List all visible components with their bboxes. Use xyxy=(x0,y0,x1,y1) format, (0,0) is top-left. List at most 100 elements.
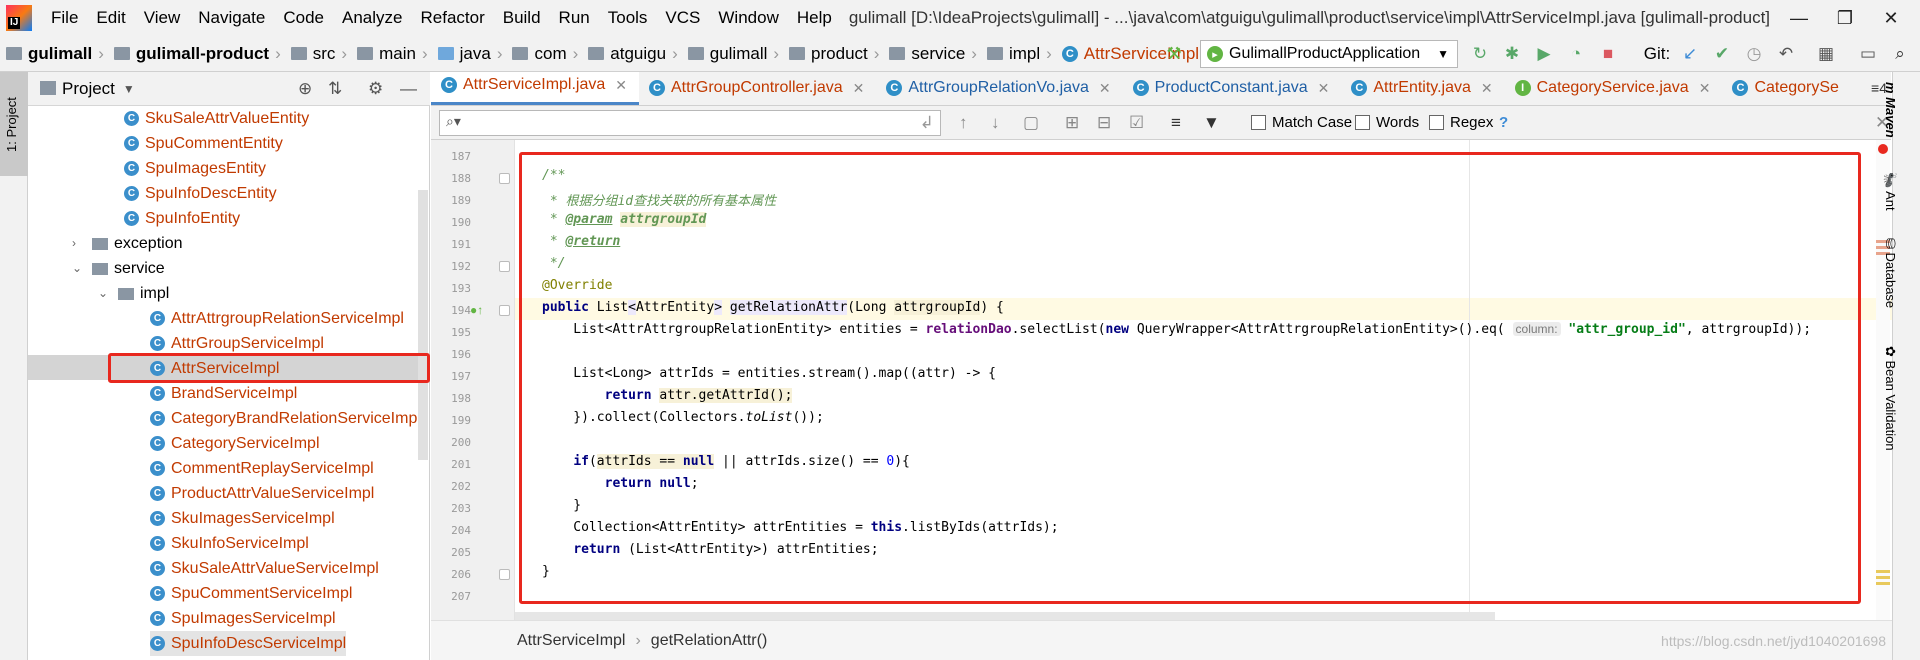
checkbox-box[interactable] xyxy=(1429,115,1444,130)
chevron-down-icon[interactable]: ⌄ xyxy=(98,281,112,306)
error-indicator-icon[interactable] xyxy=(1878,144,1888,154)
menu-view[interactable]: View xyxy=(135,0,190,36)
fold-marker[interactable] xyxy=(499,173,510,184)
match-case-checkbox[interactable]: Match Case xyxy=(1251,114,1352,131)
crumb-com[interactable]: com › xyxy=(506,44,582,64)
tree-item-skusaleattrvalueentity[interactable]: C SkuSaleAttrValueEntity xyxy=(124,106,309,131)
git-rollback-icon[interactable]: ↶ xyxy=(1776,44,1796,64)
menu-help[interactable]: Help xyxy=(788,0,841,36)
chevron-right-icon[interactable]: › xyxy=(72,231,86,256)
bean-validation-tool-tab[interactable]: ✿ Bean Validation xyxy=(1882,346,1898,451)
locate-file-icon[interactable]: ⊕ xyxy=(298,79,312,99)
tree-item-spuinfoentity[interactable]: C SpuInfoEntity xyxy=(124,206,240,231)
next-occurrence-icon[interactable]: ↓ xyxy=(991,113,1000,133)
tree-item-exception[interactable]: › exception xyxy=(72,231,183,256)
filter-options-icon[interactable]: ≡ xyxy=(1171,113,1181,133)
menu-navigate[interactable]: Navigate xyxy=(189,0,274,36)
collapse-all-icon[interactable]: ⇅ xyxy=(328,79,342,99)
crumb-impl[interactable]: impl › xyxy=(981,44,1056,64)
debug-icon[interactable]: ✱ xyxy=(1502,44,1522,64)
menu-vcs[interactable]: VCS xyxy=(656,0,709,36)
breadcrumb-class[interactable]: AttrServiceImpl xyxy=(517,632,625,650)
tab-categoryse-truncated[interactable]: C CategorySe xyxy=(1722,72,1851,105)
tree-item-spuimagesentity[interactable]: C SpuImagesEntity xyxy=(124,156,266,181)
tree-item-commentreplayserviceimpl[interactable]: C CommentReplayServiceImpl xyxy=(150,456,374,481)
close-tab-icon[interactable]: ✕ xyxy=(615,77,627,94)
tree-item-spucommententity[interactable]: C SpuCommentEntity xyxy=(124,131,283,156)
menu-tools[interactable]: Tools xyxy=(599,0,657,36)
coverage-icon[interactable]: ▶ xyxy=(1534,44,1554,64)
close-tab-icon[interactable]: ✕ xyxy=(853,80,865,97)
tab-attrgrouprelationvo[interactable]: C AttrGroupRelationVo.java ✕ xyxy=(876,72,1122,105)
project-structure-icon[interactable]: ▦ xyxy=(1816,44,1836,64)
rerun-icon[interactable]: ↻ xyxy=(1470,44,1490,64)
words-checkbox[interactable]: Words xyxy=(1355,114,1419,131)
build-hammer-icon[interactable]: ⚒ xyxy=(1164,44,1184,64)
search-everywhere-icon[interactable]: ⌕ xyxy=(1890,44,1910,64)
menu-file[interactable]: File xyxy=(42,0,87,36)
restore-icon[interactable]: ❐ xyxy=(1822,0,1868,36)
chevron-down-icon[interactable]: ⌄ xyxy=(72,256,86,281)
add-occurrence-icon[interactable]: ⊞ xyxy=(1065,113,1079,133)
hide-panel-icon[interactable]: — xyxy=(400,79,417,99)
tree-item-attrattrgrouprelationserviceimpl[interactable]: C AttrAttrgroupRelationServiceImpl xyxy=(150,306,404,331)
git-history-icon[interactable]: ◷ xyxy=(1744,44,1764,64)
database-tool-tab[interactable]: ⛁ Database xyxy=(1882,238,1898,308)
tab-attrserviceimpl[interactable]: C AttrServiceImpl.java ✕ xyxy=(431,72,639,105)
stop-icon[interactable]: ■ xyxy=(1598,44,1618,64)
run-configuration-select[interactable]: ▸ GulimallProductApplication ▼ xyxy=(1200,40,1458,68)
close-icon[interactable]: ✕ xyxy=(1868,0,1914,36)
tree-item-categoryserviceimpl[interactable]: C CategoryServiceImpl xyxy=(150,431,320,456)
horizontal-scrollbar[interactable] xyxy=(515,612,1495,620)
menu-code[interactable]: Code xyxy=(274,0,333,36)
crumb-service[interactable]: service › xyxy=(883,44,981,64)
breadcrumb-method[interactable]: getRelationAttr() xyxy=(651,632,768,650)
presentation-icon[interactable]: ▭ xyxy=(1858,44,1878,64)
crumb-java[interactable]: java › xyxy=(432,44,507,64)
fold-marker[interactable] xyxy=(499,569,510,580)
close-tab-icon[interactable]: ✕ xyxy=(1099,80,1111,97)
tree-item-skusaleattrvalueserviceimpl[interactable]: C SkuSaleAttrValueServiceImpl xyxy=(150,556,379,581)
project-panel-title[interactable]: Project xyxy=(62,79,115,99)
tree-item-brandserviceimpl[interactable]: C BrandServiceImpl xyxy=(150,381,297,406)
find-input[interactable]: ⌕▾ ↲ xyxy=(439,110,941,136)
tree-item-service[interactable]: ⌄ service xyxy=(72,256,165,281)
crumb-gulimall-product[interactable]: gulimall-product › xyxy=(108,44,285,64)
tab-productconstant[interactable]: C ProductConstant.java ✕ xyxy=(1123,72,1342,105)
menu-build[interactable]: Build xyxy=(494,0,550,36)
fold-marker[interactable] xyxy=(499,261,510,272)
history-icon[interactable]: ↲ xyxy=(920,113,934,133)
chevron-down-icon[interactable]: ▼ xyxy=(123,82,135,96)
checkbox-box[interactable] xyxy=(1355,115,1370,130)
crumb-gulimall-pkg[interactable]: gulimall › xyxy=(682,44,783,64)
tab-categoryservice[interactable]: I CategoryService.java ✕ xyxy=(1505,72,1723,105)
menu-window[interactable]: Window xyxy=(709,0,787,36)
tree-scrollbar[interactable] xyxy=(418,190,428,460)
git-update-icon[interactable]: ↙ xyxy=(1680,44,1700,64)
ant-tool-tab[interactable]: 🐜 Ant xyxy=(1882,172,1898,211)
tree-item-spuinfodescentity[interactable]: C SpuInfoDescEntity xyxy=(124,181,277,206)
crumb-main[interactable]: main › xyxy=(351,44,432,64)
menu-run[interactable]: Run xyxy=(550,0,599,36)
tree-item-productattrvalueserviceimpl[interactable]: C ProductAttrValueServiceImpl xyxy=(150,481,374,506)
tree-item-skuimagesserviceimpl[interactable]: C SkuImagesServiceImpl xyxy=(150,506,335,531)
regex-help-link[interactable]: ? xyxy=(1499,114,1508,131)
crumb-src[interactable]: src › xyxy=(285,44,351,64)
tree-item-impl[interactable]: ⌄ impl xyxy=(98,281,169,306)
remove-occurrence-icon[interactable]: ⊟ xyxy=(1097,113,1111,133)
find-all-icon[interactable]: ▢ xyxy=(1023,113,1039,133)
tree-item-skuinfoserviceimpl[interactable]: C SkuInfoServiceImpl xyxy=(150,531,309,556)
stripe-mark[interactable] xyxy=(1876,570,1890,573)
stripe-mark[interactable] xyxy=(1876,576,1890,579)
tab-attrgroupcontroller[interactable]: C AttrGroupController.java ✕ xyxy=(639,72,876,105)
tab-attrentity[interactable]: C AttrEntity.java ✕ xyxy=(1341,72,1504,105)
project-tool-tab[interactable]: 1: Project xyxy=(0,72,28,176)
tree-item-spucommentserviceimpl[interactable]: C SpuCommentServiceImpl xyxy=(150,581,352,606)
select-all-occurrences-icon[interactable]: ☑ xyxy=(1129,113,1144,133)
crumb-gulimall[interactable]: gulimall › xyxy=(0,44,108,64)
close-tab-icon[interactable]: ✕ xyxy=(1699,80,1711,97)
menu-refactor[interactable]: Refactor xyxy=(411,0,493,36)
menu-analyze[interactable]: Analyze xyxy=(333,0,411,36)
gear-icon[interactable]: ⚙ xyxy=(368,79,383,99)
crumb-atguigu[interactable]: atguigu › xyxy=(582,44,681,64)
